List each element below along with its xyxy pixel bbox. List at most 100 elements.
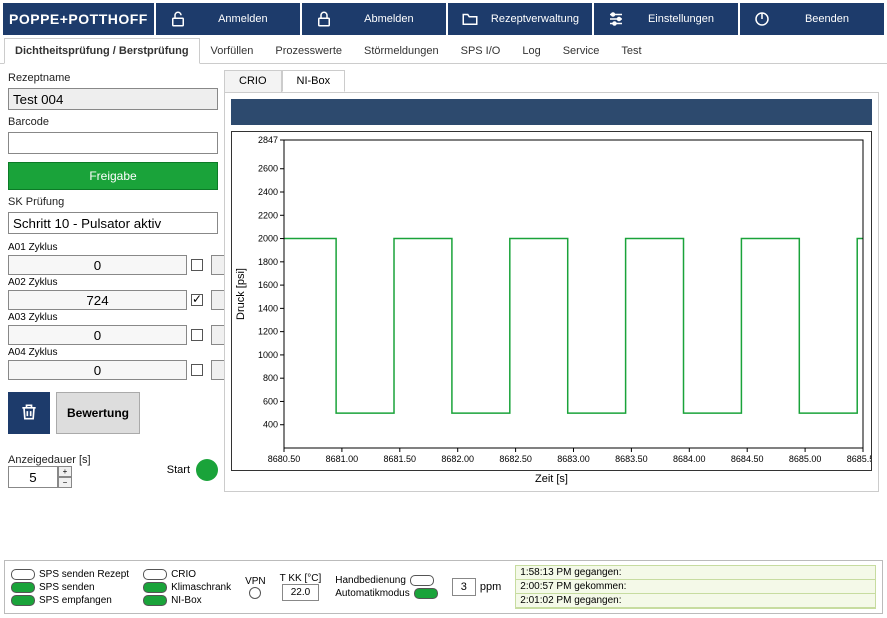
event-log[interactable]: 1:58:13 PM gegangen: 2:00:57 PM gekommen… <box>515 565 876 609</box>
led-crio <box>143 569 167 580</box>
svg-text:1200: 1200 <box>258 327 278 337</box>
svg-text:2400: 2400 <box>258 187 278 197</box>
tab-stoermeldungen[interactable]: Störmeldungen <box>353 38 450 63</box>
svg-text:1000: 1000 <box>258 350 278 360</box>
svg-text:8681.00: 8681.00 <box>326 454 359 464</box>
a04-value[interactable] <box>8 360 187 380</box>
ppm-value: 3 <box>452 578 476 596</box>
tab-dichtheit[interactable]: Dichtheitsprüfung / Berstprüfung <box>4 38 200 64</box>
log-entry: 2:00:57 PM gekommen: <box>516 580 875 594</box>
login-label: Anmelden <box>198 13 288 25</box>
svg-text:400: 400 <box>263 420 278 430</box>
logout-label: Abmelden <box>344 13 434 25</box>
log-entry: 1:58:13 PM gegangen: <box>516 566 875 580</box>
tab-service[interactable]: Service <box>552 38 611 63</box>
x-axis-label: Zeit [s] <box>231 473 872 485</box>
chart-tab-nibox[interactable]: NI-Box <box>282 70 346 92</box>
chart-header <box>231 99 872 125</box>
svg-text:8683.00: 8683.00 <box>557 454 590 464</box>
vpn-led <box>249 587 261 599</box>
vpn-label: VPN <box>245 576 266 587</box>
pao1-checkbox[interactable] <box>191 259 203 271</box>
anzeigedauer-down[interactable]: − <box>58 477 72 488</box>
log-entry: 2:01:02 PM gegangen: <box>516 594 875 608</box>
start-label: Start <box>167 464 190 476</box>
lbl-nibox: NI-Box <box>171 595 202 606</box>
sk-pruefung-label: SK Prüfung <box>8 196 218 208</box>
barcode-label: Barcode <box>8 116 218 128</box>
tab-log[interactable]: Log <box>511 38 551 63</box>
settings-button[interactable]: Einstellungen <box>594 3 738 35</box>
anzeigedauer-up[interactable]: + <box>58 466 72 477</box>
exit-button[interactable]: Beenden <box>740 3 884 35</box>
led-handbedienung[interactable] <box>410 575 434 586</box>
main-tabs: Dichtheitsprüfung / Berstprüfung Vorfüll… <box>0 38 887 64</box>
a03-value[interactable] <box>8 325 187 345</box>
svg-text:8682.50: 8682.50 <box>499 454 532 464</box>
svg-text:2847: 2847 <box>258 135 278 145</box>
logout-button[interactable]: Abmelden <box>302 3 446 35</box>
unlock-icon <box>168 9 188 29</box>
pressure-chart[interactable]: 4006008001000120014001600180020002200240… <box>231 131 872 471</box>
lbl-sps-empfangen: SPS empfangen <box>39 595 112 606</box>
svg-text:800: 800 <box>263 373 278 383</box>
sliders-icon <box>606 9 626 29</box>
svg-text:8682.00: 8682.00 <box>441 454 474 464</box>
svg-text:1600: 1600 <box>258 280 278 290</box>
led-automatikmodus[interactable] <box>414 588 438 599</box>
svg-text:8683.50: 8683.50 <box>615 454 648 464</box>
rezeptname-field[interactable] <box>8 88 218 110</box>
login-button[interactable]: Anmelden <box>156 3 300 35</box>
anzeigedauer-input[interactable] <box>8 466 58 488</box>
bewertung-button[interactable]: Bewertung <box>56 392 140 434</box>
trash-icon <box>19 402 39 425</box>
svg-text:8684.00: 8684.00 <box>673 454 706 464</box>
tab-test[interactable]: Test <box>610 38 652 63</box>
svg-text:8681.50: 8681.50 <box>384 454 417 464</box>
svg-text:8684.50: 8684.50 <box>731 454 764 464</box>
rezeptname-label: Rezeptname <box>8 72 218 84</box>
a04-label: A04 Zyklus <box>8 347 187 358</box>
barcode-field[interactable] <box>8 132 218 154</box>
start-button[interactable] <box>196 459 218 481</box>
svg-text:600: 600 <box>263 396 278 406</box>
svg-text:8680.50: 8680.50 <box>268 454 301 464</box>
lbl-sps-senden-rezept: SPS senden Rezept <box>39 569 129 580</box>
status-bar: SPS senden Rezept SPS senden SPS empfang… <box>4 560 883 614</box>
delete-button[interactable] <box>8 392 50 434</box>
lbl-crio: CRIO <box>171 569 196 580</box>
svg-text:Druck [psi]: Druck [psi] <box>235 268 247 320</box>
ppm-unit: ppm <box>480 581 501 593</box>
led-klimaschrank <box>143 582 167 593</box>
freigabe-button[interactable]: Freigabe <box>8 162 218 190</box>
svg-text:2200: 2200 <box>258 210 278 220</box>
logo: POPPE+POTTHOFF <box>3 3 154 35</box>
tkk-label: T KK [°C] <box>280 573 322 584</box>
pao3-checkbox[interactable] <box>191 329 203 341</box>
a01-label: A01 Zyklus <box>8 242 187 253</box>
svg-text:8685.00: 8685.00 <box>789 454 822 464</box>
lbl-klimaschrank: Klimaschrank <box>171 582 231 593</box>
settings-label: Einstellungen <box>636 13 726 25</box>
hand-label: Handbedienung <box>335 575 406 586</box>
a02-label: A02 Zyklus <box>8 277 187 288</box>
chart-container: 4006008001000120014001600180020002200240… <box>224 92 879 492</box>
a02-value[interactable] <box>8 290 187 310</box>
tab-vorfuellen[interactable]: Vorfüllen <box>200 38 265 63</box>
tab-prozesswerte[interactable]: Prozesswerte <box>264 38 353 63</box>
recipe-mgmt-button[interactable]: Rezeptverwaltung <box>448 3 592 35</box>
lbl-sps-senden: SPS senden <box>39 582 95 593</box>
a01-value[interactable] <box>8 255 187 275</box>
tab-spsio[interactable]: SPS I/O <box>450 38 512 63</box>
svg-text:2000: 2000 <box>258 234 278 244</box>
pao2-checkbox[interactable] <box>191 294 203 306</box>
recipe-label: Rezeptverwaltung <box>490 13 580 25</box>
anzeigedauer-label: Anzeigedauer [s] <box>8 454 91 466</box>
a03-label: A03 Zyklus <box>8 312 187 323</box>
svg-text:8685.50: 8685.50 <box>847 454 871 464</box>
chart-tab-crio[interactable]: CRIO <box>224 70 282 92</box>
led-sps-senden-rezept <box>11 569 35 580</box>
pao4-checkbox[interactable] <box>191 364 203 376</box>
sk-pruefung-field[interactable] <box>8 212 218 234</box>
power-icon <box>752 9 772 29</box>
